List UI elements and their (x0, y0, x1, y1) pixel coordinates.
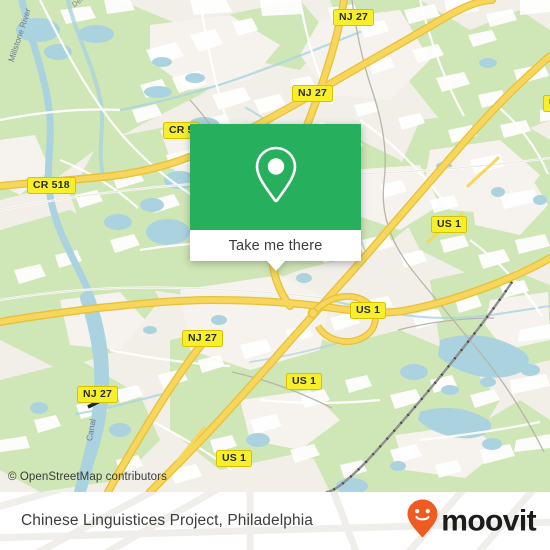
road-shield: US 1 (431, 216, 468, 234)
moovit-pin-smiley-icon (406, 499, 439, 544)
popup-pointer-tail (266, 261, 285, 271)
map-screenshot-root: NJ 27NJ 27CR 5CR 518UUS 1US 1NJ 27US 1NJ… (0, 0, 550, 550)
road-shield: NJ 27 (182, 330, 224, 348)
bottom-info-bar: Chinese Linguistices Project, Philadelph… (0, 492, 550, 550)
map-attribution: © OpenStreetMap contributors (8, 471, 167, 483)
road-shield: NJ 27 (333, 9, 375, 27)
road-shield: NJ 27 (292, 85, 334, 103)
road-shield: US 1 (216, 450, 253, 468)
road-shield: CR 518 (27, 177, 76, 195)
popup-header (190, 124, 361, 230)
road-shield: US 1 (286, 373, 323, 391)
take-me-there-label: Take me there (228, 237, 323, 254)
place-title: Chinese Linguistices Project, Philadelph… (21, 512, 313, 529)
road-shield: U (543, 95, 550, 113)
road-shield: US 1 (350, 302, 387, 320)
popup-action-bar[interactable]: Take me there (190, 230, 361, 271)
road-shield: NJ 27 (77, 386, 119, 404)
moovit-logo[interactable]: moovit (406, 499, 537, 544)
moovit-wordmark: moovit (441, 504, 536, 537)
place-popup-card[interactable]: Take me there (190, 124, 361, 271)
location-pin-icon (253, 145, 299, 210)
